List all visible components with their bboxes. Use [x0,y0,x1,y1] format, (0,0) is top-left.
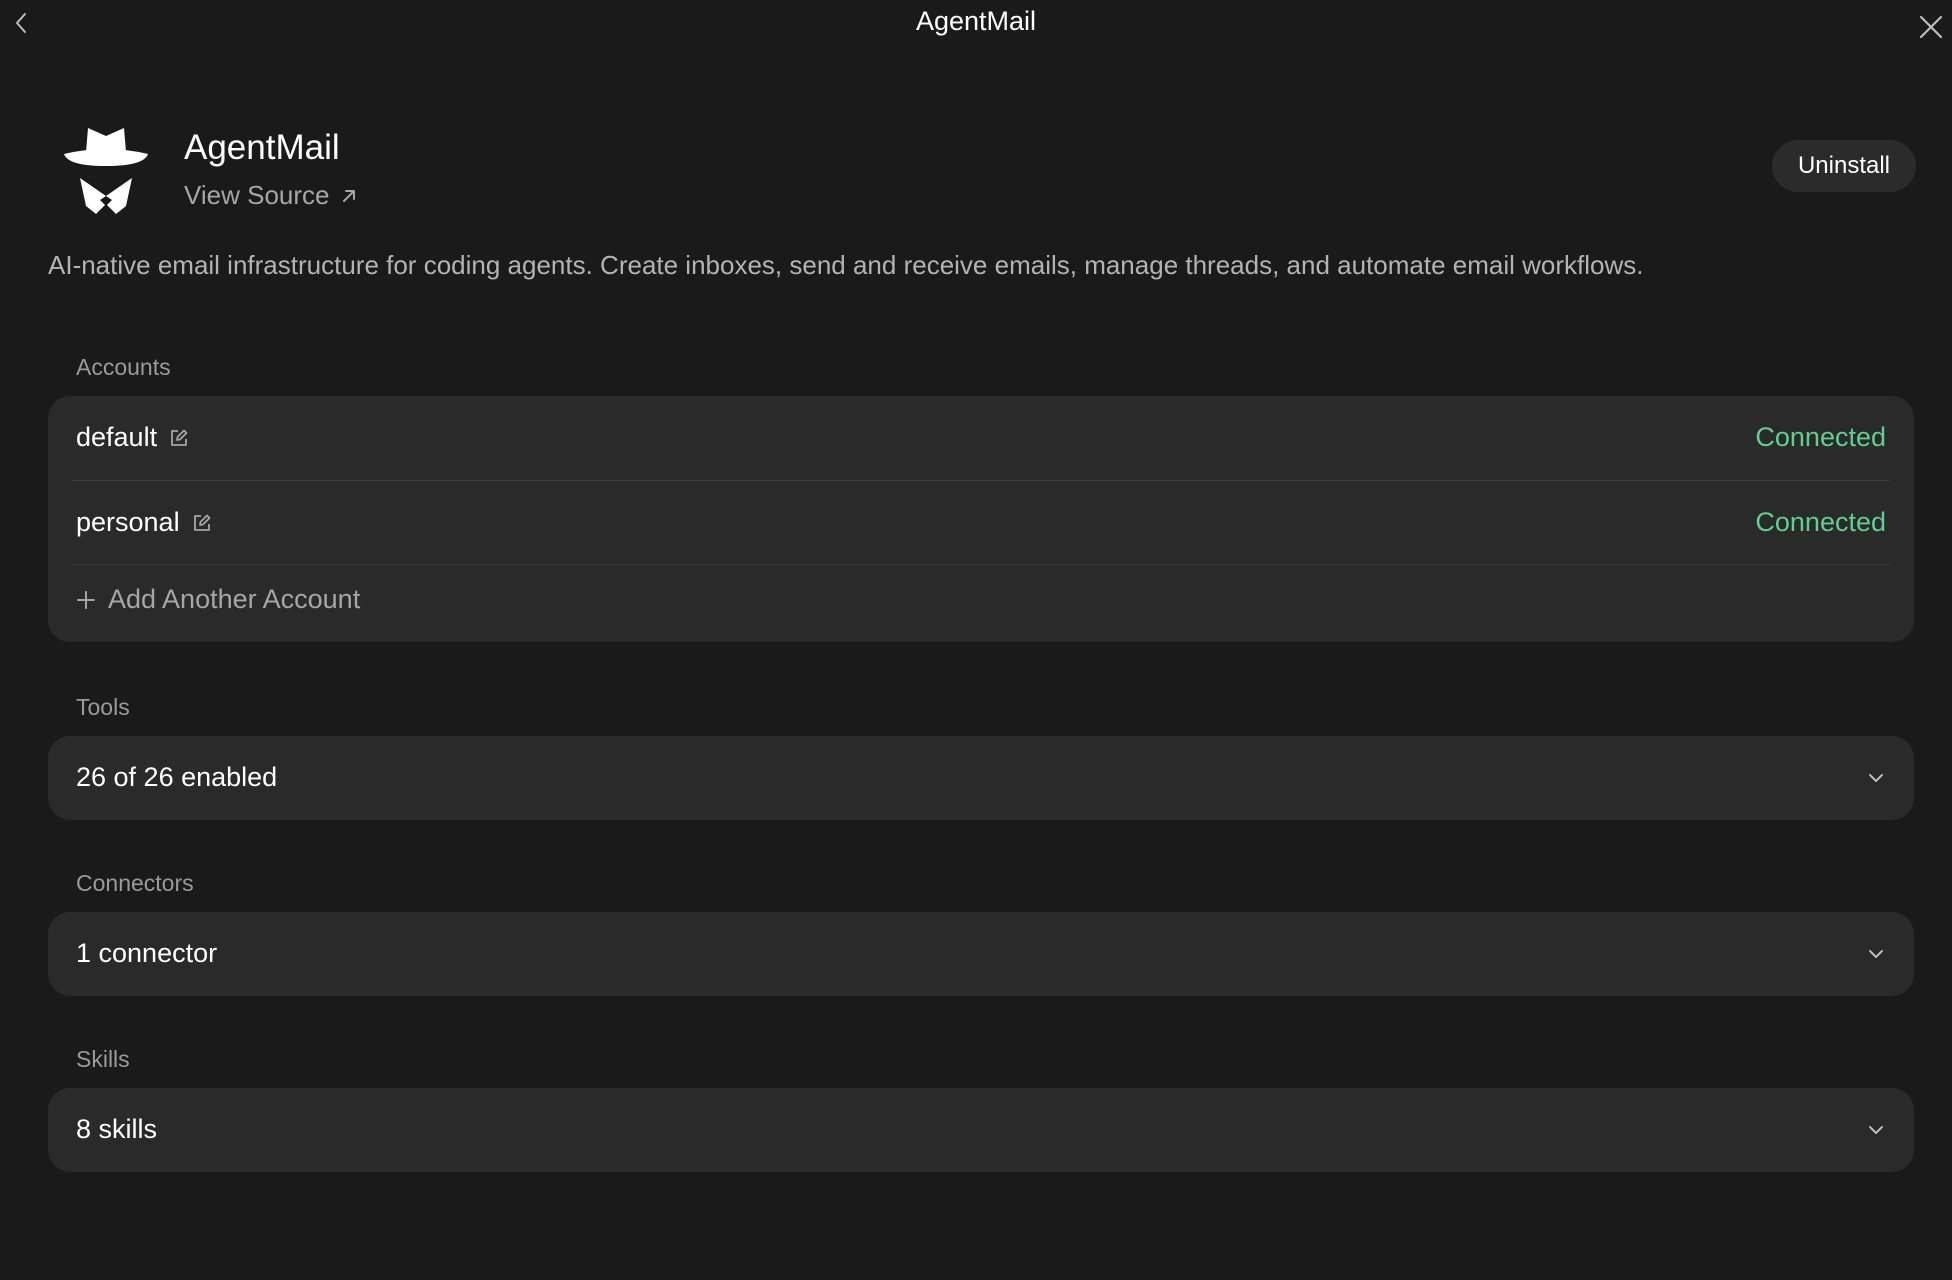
accounts-section-label: Accounts [76,354,171,380]
app-description: AI-native email infrastructure for codin… [48,250,1644,280]
divider [72,564,1890,565]
account-name: default [76,422,158,452]
connectors-summary: 1 connector [76,938,218,968]
skills-summary: 8 skills [76,1114,158,1144]
app-name: AgentMail [184,128,340,167]
account-status: Connected [1755,422,1886,452]
tools-dropdown[interactable]: 26 of 26 enabled [48,736,1914,820]
connectors-section-label: Connectors [76,870,194,896]
view-source-link[interactable]: View Source [184,180,358,211]
connectors-dropdown[interactable]: 1 connector [48,912,1914,996]
tools-section-label: Tools [76,694,130,720]
app-header: AgentMail View Source Uninstall [0,110,1952,220]
chevron-down-icon [1869,1126,1883,1134]
chevron-down-icon [1869,774,1883,782]
account-row: personal Connected [48,481,1914,565]
add-account-button[interactable]: Add Another Account [76,584,360,615]
close-button[interactable] [1916,12,1946,42]
account-status: Connected [1755,507,1886,537]
account-name: personal [76,507,180,537]
uninstall-button[interactable]: Uninstall [1772,140,1916,192]
close-icon [1919,15,1943,39]
edit-icon[interactable] [169,428,189,448]
window-title: AgentMail [915,6,1037,36]
account-row: default Connected [48,396,1914,480]
add-account-label: Add Another Account [108,584,361,614]
app-logo [60,122,152,218]
view-source-label: View Source [184,180,330,210]
spy-hat-icon [64,128,148,214]
tools-summary: 26 of 26 enabled [76,762,278,792]
title-bar: AgentMail [0,0,1952,48]
external-link-icon [342,189,355,202]
skills-dropdown[interactable]: 8 skills [48,1088,1914,1172]
chevron-down-icon [1869,950,1883,958]
plus-icon [77,590,95,609]
skills-section-label: Skills [76,1046,130,1072]
edit-icon[interactable] [192,513,212,533]
accounts-card: default Connected personal Connected Add… [48,396,1914,642]
